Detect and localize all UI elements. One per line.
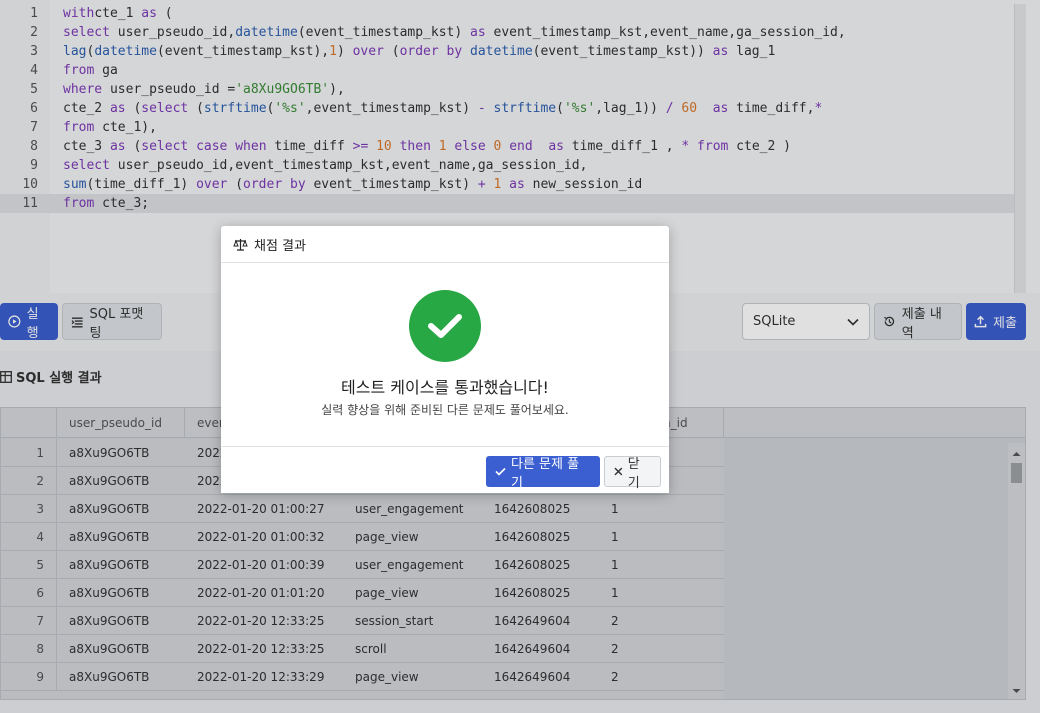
close-icon [614, 467, 623, 476]
modal-subtitle: 실력 향상을 위해 준비된 다른 문제도 풀어보세요. [321, 403, 569, 417]
close-button-label: 닫기 [627, 456, 640, 491]
modal-header-title: 채점 결과 [254, 238, 306, 254]
modal-header: 채점 결과 [221, 226, 669, 263]
close-button[interactable]: 닫기 [604, 456, 661, 491]
modal-title: 테스트 케이스를 통과했습니다! [341, 378, 549, 397]
success-check-icon [409, 290, 481, 362]
next-problem-label: 다른 문제 풀기 [511, 456, 580, 491]
check-icon [495, 467, 506, 476]
modal-footer: 다른 문제 풀기 닫기 [221, 446, 669, 493]
scale-balance-icon [233, 238, 248, 251]
next-problem-button[interactable]: 다른 문제 풀기 [486, 456, 600, 491]
grading-result-modal: 채점 결과 테스트 케이스를 통과했습니다! 실력 향상을 위해 준비된 다른 … [221, 226, 669, 493]
